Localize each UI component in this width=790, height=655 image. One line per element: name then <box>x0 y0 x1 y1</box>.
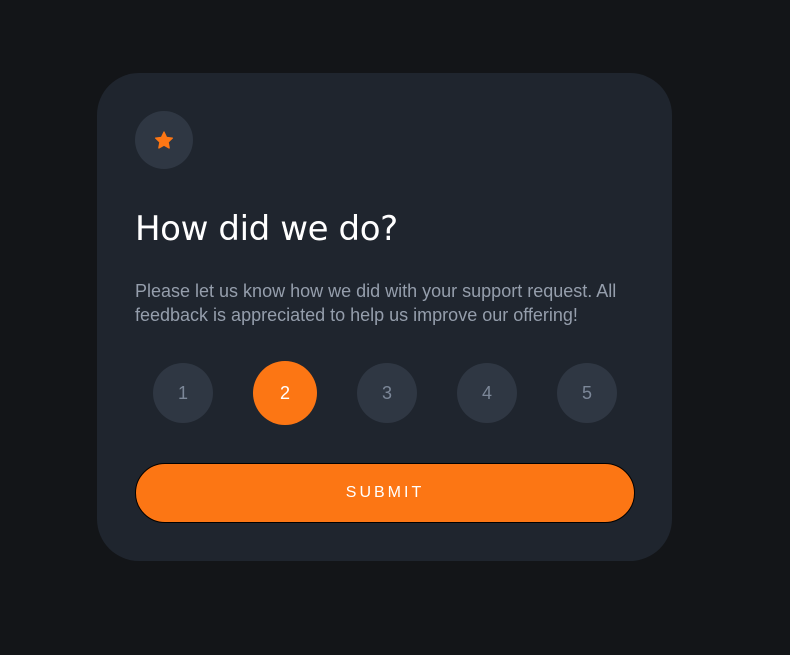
rating-2-button[interactable]: 2 <box>253 361 317 425</box>
star-icon <box>154 130 174 149</box>
rating-options: 1 2 3 4 5 <box>135 361 635 425</box>
submit-button[interactable]: SUBMIT <box>135 463 635 523</box>
rating-3-button[interactable]: 3 <box>357 363 417 423</box>
card-description: Please let us know how we did with your … <box>135 281 617 325</box>
rating-4-button[interactable]: 4 <box>457 363 517 423</box>
card-title: How did we do? <box>135 209 398 249</box>
star-badge <box>135 111 193 169</box>
rating-5-button[interactable]: 5 <box>557 363 617 423</box>
rating-1-button[interactable]: 1 <box>153 363 213 423</box>
rating-card: How did we do? Please let us know how we… <box>97 73 672 561</box>
